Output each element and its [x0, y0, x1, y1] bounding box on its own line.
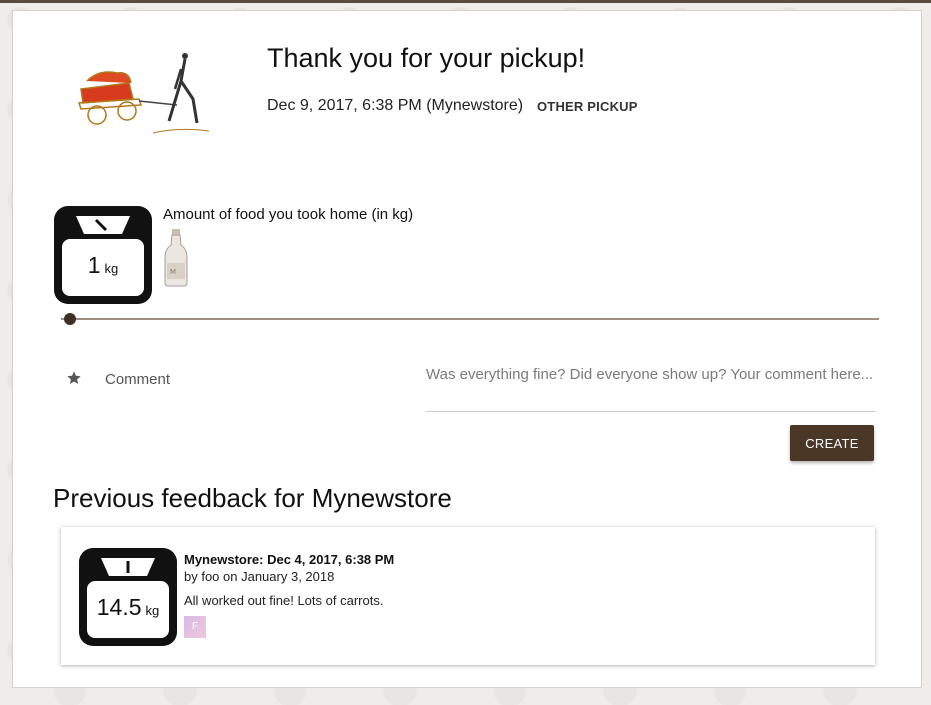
feedback-author: by foo on January 3, 2018: [184, 569, 335, 584]
page-title: Thank you for your pickup!: [267, 43, 586, 73]
other-pickup-link[interactable]: OTHER PICKUP: [537, 99, 638, 114]
previous-feedback-heading: Previous feedback for Mynewstore: [53, 483, 452, 513]
pickup-feedback-card: Thank you for your pickup! Dec 9, 2017, …: [12, 10, 922, 688]
top-bar: [0, 0, 931, 3]
avatar[interactable]: F: [184, 616, 206, 638]
scale-icon: 14.5 kg: [79, 548, 177, 646]
amount-slider-track[interactable]: [61, 318, 879, 320]
amount-label: Amount of food you took home (in kg): [163, 206, 414, 223]
amount-value: 1: [87, 252, 101, 278]
scale-icon: 1 kg: [54, 206, 152, 304]
comment-label: Comment: [105, 371, 171, 388]
pickup-date-store: Dec 9, 2017, 6:38 PM (Mynewstore): [267, 97, 524, 114]
comment-input[interactable]: [426, 365, 876, 412]
bottle-icon: M: [164, 229, 188, 287]
star-icon: [67, 371, 81, 384]
feedback-text: All worked out fine! Lots of carrots.: [184, 593, 384, 608]
feedback-amount-unit: kg: [145, 603, 160, 618]
feedback-amount-value: 14.5: [96, 594, 142, 620]
amount-display: 1 kg: [54, 252, 152, 279]
feedback-title: Mynewstore: Dec 4, 2017, 6:38 PM: [184, 552, 395, 567]
cart-logo: [77, 53, 210, 134]
svg-text:M: M: [170, 268, 176, 276]
amount-unit: kg: [104, 261, 119, 276]
amount-slider-thumb[interactable]: [64, 313, 76, 325]
feedback-amount-display: 14.5 kg: [79, 594, 177, 621]
create-button[interactable]: CREATE: [790, 425, 874, 461]
